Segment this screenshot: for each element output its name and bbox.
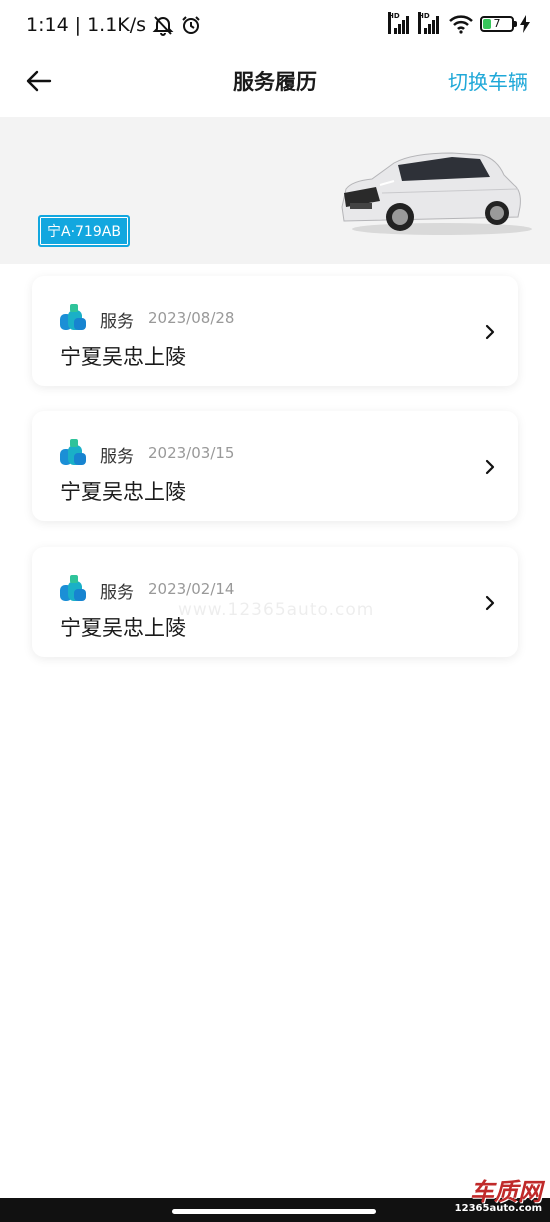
signal-icon-1: HD (388, 12, 412, 34)
service-record-card[interactable]: 服务 2023/03/15 宁夏吴忠上陵 (32, 411, 518, 521)
chevron-right-icon (485, 459, 495, 475)
record-type: 服务 (100, 447, 134, 467)
battery-level: 7 (493, 17, 501, 30)
site-logo: 车质网 (470, 1178, 542, 1206)
watermark: www.12365auto.com (178, 600, 375, 620)
vehicle-banner: 宁A·719AB (0, 117, 550, 264)
record-type: 服务 (100, 312, 134, 332)
status-bar: 1:14 | 1.1K/s HD HD 7 (0, 0, 550, 54)
switch-vehicle-button[interactable]: 切换车辆 (448, 66, 528, 95)
status-right: HD HD 7 (388, 12, 530, 34)
hd-label: HD (418, 12, 430, 34)
record-dealer: 宁夏吴忠上陵 (60, 480, 186, 504)
status-speed: 1.1K/s (87, 14, 147, 36)
status-left: 1:14 | 1.1K/s (26, 14, 202, 36)
header: 服务履历 切换车辆 (0, 54, 550, 116)
status-time: 1:14 (26, 14, 69, 36)
hd-label: HD (388, 12, 400, 34)
chevron-right-icon (485, 324, 495, 340)
record-dealer: 宁夏吴忠上陵 (60, 616, 186, 640)
battery-icon: 7 (480, 16, 517, 32)
license-plate: 宁A·719AB (38, 215, 130, 247)
site-logo-url: 12365auto.com (454, 1203, 542, 1214)
charging-icon (520, 15, 530, 33)
home-indicator[interactable] (172, 1209, 376, 1214)
record-date: 2023/02/14 (148, 580, 235, 598)
service-record-card[interactable]: 服务 2023/08/28 宁夏吴忠上陵 (32, 276, 518, 386)
car-image (341, 152, 532, 235)
record-dealer: 宁夏吴忠上陵 (60, 345, 186, 369)
alarm-icon (182, 16, 200, 34)
service-icon (60, 439, 86, 465)
record-type: 服务 (100, 583, 134, 603)
wifi-icon (449, 15, 473, 34)
status-divider: | (74, 14, 82, 36)
mute-bell-icon (152, 16, 174, 36)
chevron-right-icon (485, 595, 495, 611)
record-date: 2023/08/28 (148, 309, 235, 327)
signal-icon-2: HD (418, 12, 442, 34)
record-date: 2023/03/15 (148, 444, 235, 462)
service-icon (60, 575, 86, 601)
service-icon (60, 304, 86, 330)
